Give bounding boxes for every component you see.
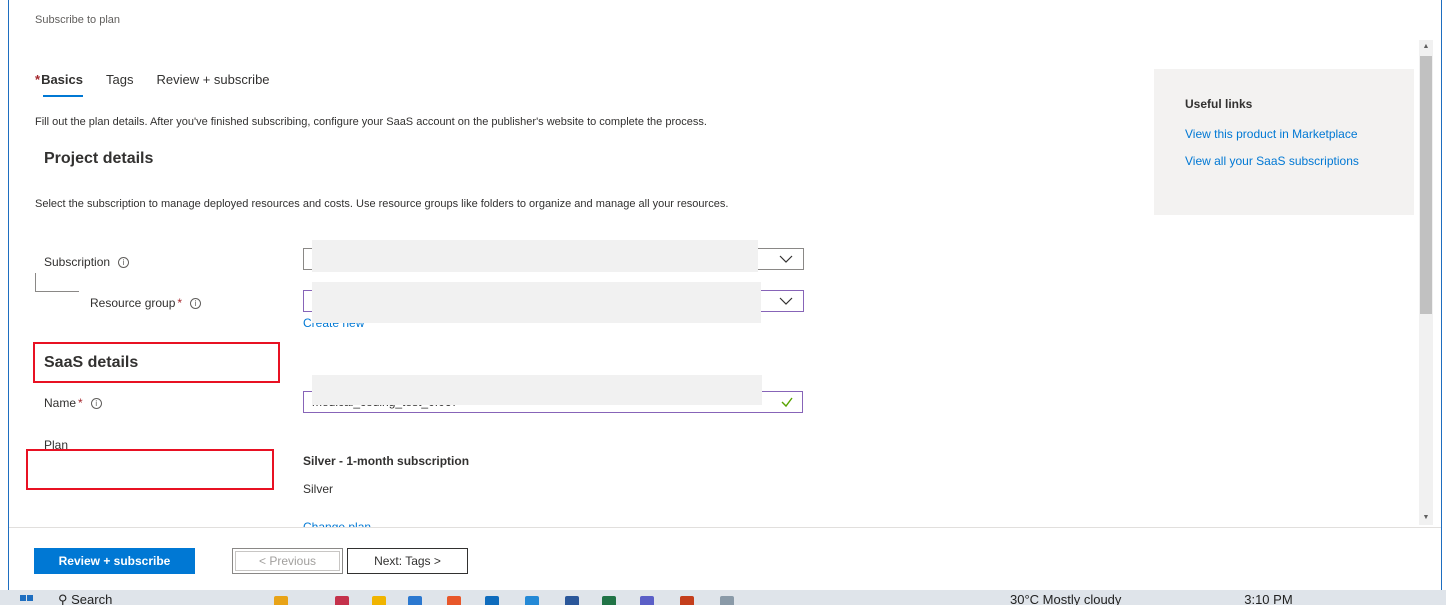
info-icon[interactable]: i [118, 257, 130, 269]
intro-text: Fill out the plan details. After you've … [35, 116, 707, 128]
app-icon[interactable] [447, 596, 461, 605]
review-subscribe-button[interactable]: Review + subscribe [34, 548, 195, 574]
info-icon[interactable]: i [190, 298, 202, 310]
windows-start-icon[interactable] [20, 595, 34, 605]
chrome-icon[interactable] [408, 596, 422, 605]
required-marker: * [177, 296, 183, 310]
resource-group-label: Resource group * i [90, 296, 202, 310]
excel-icon[interactable] [602, 596, 616, 605]
required-marker: * [78, 396, 83, 410]
redacted-area [312, 240, 758, 272]
useful-links-panel: Useful links View this product in Market… [1154, 69, 1414, 215]
folder-icon[interactable] [372, 596, 386, 605]
teams-icon[interactable] [640, 596, 654, 605]
name-label-text: Name [44, 396, 77, 410]
required-marker: * [35, 72, 41, 87]
marketplace-link[interactable]: View this product in Marketplace [1185, 127, 1414, 141]
tab-basics-label: Basics [41, 72, 83, 87]
previous-button[interactable]: < Previous [232, 548, 343, 574]
checkmark-icon [781, 397, 793, 408]
chevron-down-icon [779, 297, 793, 305]
weather-text: 30°C Mostly cloudy [1010, 592, 1122, 605]
redacted-area [312, 375, 762, 405]
saas-details-heading: SaaS details [44, 354, 139, 371]
subscription-label: Subscription i [44, 255, 130, 269]
useful-links-heading: Useful links [1185, 97, 1253, 111]
tab-review-label: Review + subscribe [156, 72, 270, 87]
project-details-description: Select the subscription to manage deploy… [35, 198, 729, 210]
tab-review-subscribe[interactable]: Review + subscribe [156, 72, 269, 97]
briefcase-icon[interactable] [274, 596, 288, 605]
tree-connector [35, 273, 36, 291]
clock-text: 3:10 PM [1244, 592, 1293, 605]
plan-tier: Silver [303, 482, 334, 496]
outlook-icon[interactable] [485, 596, 499, 605]
scroll-up-icon[interactable]: ▲ [1421, 43, 1431, 50]
tab-bar: *Basics Tags Review + subscribe [35, 72, 270, 97]
redacted-area [312, 282, 761, 323]
blade-subtitle: Subscribe to plan [35, 14, 120, 26]
word-icon[interactable] [565, 596, 579, 605]
project-details-heading: Project details [44, 150, 154, 167]
taskbar-search-label: Search [71, 592, 113, 605]
name-label: Name * i [44, 396, 102, 410]
powerpoint-icon[interactable] [680, 596, 694, 605]
tree-connector [35, 291, 79, 292]
app-icon[interactable] [335, 596, 349, 605]
highlight-box [26, 449, 274, 490]
info-icon[interactable]: i [90, 398, 102, 410]
subscription-label-text: Subscription [44, 255, 111, 269]
taskbar-search[interactable]: ⚲ Search [58, 592, 258, 605]
system-tray[interactable]: 30°C Mostly cloudy 3:10 PM [1010, 592, 1293, 605]
tab-tags[interactable]: Tags [106, 72, 133, 97]
saas-subscriptions-link[interactable]: View all your SaaS subscriptions [1185, 154, 1414, 168]
taskbar: ⚲ Search 30°C Mostly cloudy 3:10 PM [0, 590, 1446, 605]
footer-divider [9, 527, 1441, 528]
tab-basics[interactable]: *Basics [35, 72, 83, 97]
vscode-icon[interactable] [525, 596, 539, 605]
resource-group-label-text: Resource group [90, 296, 176, 310]
app-icon[interactable] [720, 596, 734, 605]
scrollbar-thumb[interactable] [1420, 56, 1432, 314]
scroll-down-icon[interactable]: ▼ [1421, 514, 1431, 521]
plan-name: Silver - 1-month subscription [303, 454, 470, 468]
chevron-down-icon [779, 255, 793, 263]
tab-tags-label: Tags [105, 72, 134, 87]
next-tags-button[interactable]: Next: Tags > [347, 548, 468, 574]
